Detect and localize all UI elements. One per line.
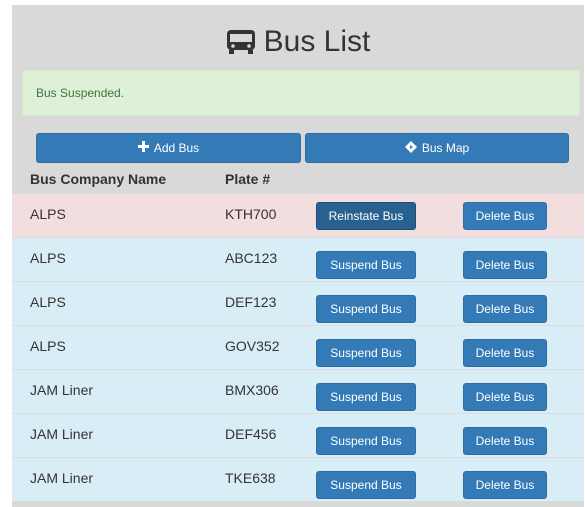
plate-cell: TKE638 <box>225 470 276 486</box>
company-cell: ALPS <box>30 338 66 354</box>
suspend-bus-button[interactable]: Suspend Bus <box>316 251 416 279</box>
suspend-bus-button[interactable]: Suspend Bus <box>316 339 416 367</box>
suspend-bus-button[interactable]: Suspend Bus <box>316 295 416 323</box>
plate-cell: GOV352 <box>225 338 280 354</box>
delete-bus-button[interactable]: Delete Bus <box>463 383 547 411</box>
column-header-plate: Plate # <box>225 171 271 187</box>
bus-map-label: Bus Map <box>421 141 470 155</box>
bus-icon <box>226 29 256 55</box>
bus-table: ALPS KTH700 Reinstate Bus Delete Bus ALP… <box>12 193 584 501</box>
company-cell: JAM Liner <box>30 470 94 486</box>
plate-cell: DEF456 <box>225 426 277 442</box>
plate-cell: BMX306 <box>225 382 279 398</box>
page-title: Bus List <box>12 25 584 59</box>
plate-cell: ABC123 <box>225 250 278 266</box>
plate-cell: DEF123 <box>225 294 277 310</box>
table-row: ALPS KTH700 Reinstate Bus Delete Bus <box>12 193 584 237</box>
plate-cell: KTH700 <box>225 206 277 222</box>
table-row: JAM Liner DEF456 Suspend Bus Delete Bus <box>12 413 584 457</box>
bus-map-button[interactable]: Bus Map <box>305 133 569 163</box>
delete-bus-button[interactable]: Delete Bus <box>463 339 547 367</box>
company-cell: ALPS <box>30 250 66 266</box>
delete-bus-button[interactable]: Delete Bus <box>463 202 547 230</box>
directions-icon <box>404 140 417 156</box>
suspend-bus-button[interactable]: Suspend Bus <box>316 427 416 455</box>
add-bus-label: Add Bus <box>153 141 200 155</box>
delete-bus-button[interactable]: Delete Bus <box>463 295 547 323</box>
delete-bus-button[interactable]: Delete Bus <box>463 251 547 279</box>
plus-icon <box>137 141 149 155</box>
delete-bus-button[interactable]: Delete Bus <box>463 427 547 455</box>
table-row: JAM Liner BMX306 Suspend Bus Delete Bus <box>12 369 584 413</box>
column-header-company: Bus Company Name <box>30 171 167 187</box>
company-cell: ALPS <box>30 206 66 222</box>
table-row: ALPS DEF123 Suspend Bus Delete Bus <box>12 281 584 325</box>
success-alert: Bus Suspended. <box>22 70 580 116</box>
suspend-bus-button[interactable]: Suspend Bus <box>316 471 416 499</box>
company-cell: JAM Liner <box>30 382 94 398</box>
page-title-text: Bus List <box>263 25 371 58</box>
table-row: ALPS ABC123 Suspend Bus Delete Bus <box>12 237 584 281</box>
table-row: ALPS GOV352 Suspend Bus Delete Bus <box>12 325 584 369</box>
delete-bus-button[interactable]: Delete Bus <box>463 471 547 499</box>
add-bus-button[interactable]: Add Bus <box>36 133 301 163</box>
alert-message: Bus Suspended. <box>36 86 125 100</box>
reinstate-bus-button[interactable]: Reinstate Bus <box>316 202 416 230</box>
company-cell: JAM Liner <box>30 426 94 442</box>
suspend-bus-button[interactable]: Suspend Bus <box>316 383 416 411</box>
table-row: JAM Liner TKE638 Suspend Bus Delete Bus <box>12 457 584 501</box>
company-cell: ALPS <box>30 294 66 310</box>
